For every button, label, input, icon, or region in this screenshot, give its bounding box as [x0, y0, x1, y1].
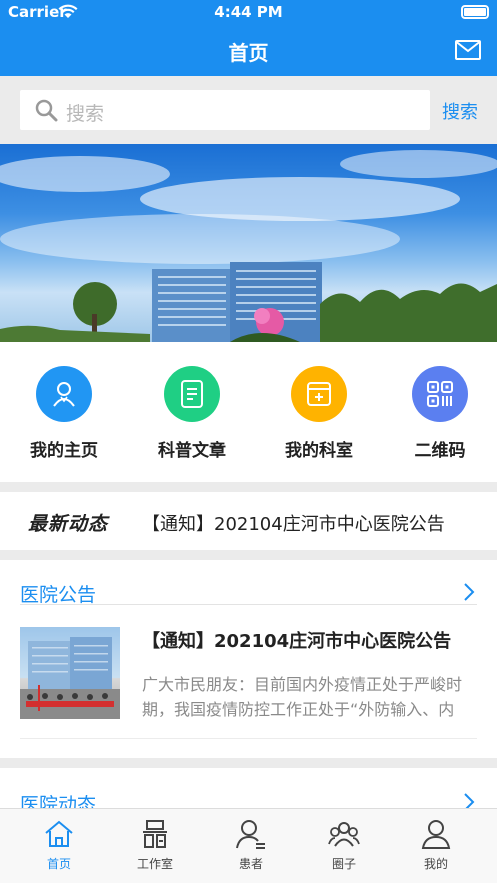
ticker-text[interactable]: 【通知】202104庄河市中心医院公告 [142, 510, 445, 536]
nav-bar: 首页 [0, 24, 497, 76]
article-thumbnail[interactable] [20, 627, 120, 719]
workroom-icon [139, 820, 171, 853]
tab-label: 工作室 [136, 857, 173, 871]
tab-patients[interactable]: 患者 [211, 819, 291, 872]
qrcode-icon [412, 366, 468, 422]
home-icon [43, 820, 75, 853]
shortcut-label: 我的主页 [30, 441, 98, 461]
search-placeholder: 搜索 [66, 103, 105, 125]
document-icon [164, 366, 220, 422]
tab-home[interactable]: 首页 [19, 819, 99, 872]
status-bar: Carrier 4:44 PM [0, 0, 497, 24]
shortcut-grid: 我的主页 科普文章 我的科室 二维码 [0, 342, 497, 482]
announcements-section: 医院公告 【通知】202104庄河市中心医院公告 广大市民朋友：目前国内外疫情正… [0, 560, 497, 758]
search-button[interactable]: 搜索 [442, 98, 478, 124]
clock: 4:44 PM [214, 3, 283, 21]
patient-icon [235, 820, 267, 853]
tab-mine[interactable]: 我的 [396, 819, 476, 872]
divider [20, 738, 477, 739]
department-icon [291, 366, 347, 422]
tab-label: 我的 [423, 857, 448, 871]
article-title[interactable]: 【通知】202104庄河市中心医院公告 [142, 627, 477, 653]
profile-icon [420, 820, 452, 853]
divider [20, 604, 477, 605]
mail-icon[interactable] [455, 40, 481, 64]
page-title: 首页 [228, 41, 269, 65]
shortcut-label: 二维码 [414, 441, 466, 461]
section-title[interactable]: 医院公告 [20, 580, 96, 607]
tab-bar: 首页 工作室 患者 圈子 我的 [0, 808, 497, 883]
shortcut-articles[interactable]: 科普文章 [137, 366, 247, 461]
shortcut-qrcode[interactable]: 二维码 [385, 366, 495, 461]
news-ticker[interactable]: 最新动态 【通知】202104庄河市中心医院公告 [0, 492, 497, 550]
tab-workroom[interactable]: 工作室 [115, 819, 195, 872]
tab-label: 圈子 [331, 857, 356, 871]
tab-label: 首页 [46, 857, 71, 871]
circle-group-icon [328, 822, 360, 853]
tab-circle[interactable]: 圈子 [304, 819, 384, 872]
search-input[interactable]: 搜索 [20, 90, 430, 130]
dynamics-section: 医院动态 [0, 768, 497, 816]
user-icon [36, 366, 92, 422]
banner-image[interactable] [0, 144, 497, 342]
shortcut-label: 我的科室 [285, 441, 353, 461]
battery-icon [461, 5, 489, 19]
tab-label: 患者 [238, 857, 263, 871]
chevron-right-icon[interactable] [463, 582, 475, 606]
article-summary: 广大市民朋友：目前国内外疫情正处于严峻时期，我国疫情防控工作正处于“外防输入、内… [142, 675, 462, 719]
search-icon [34, 98, 58, 126]
shortcut-label: 科普文章 [158, 441, 226, 461]
search-area: 搜索 搜索 [0, 76, 497, 144]
shortcut-my-department[interactable]: 我的科室 [264, 366, 374, 461]
ticker-tag: 最新动态 [28, 513, 109, 535]
shortcut-my-homepage[interactable]: 我的主页 [9, 366, 119, 461]
